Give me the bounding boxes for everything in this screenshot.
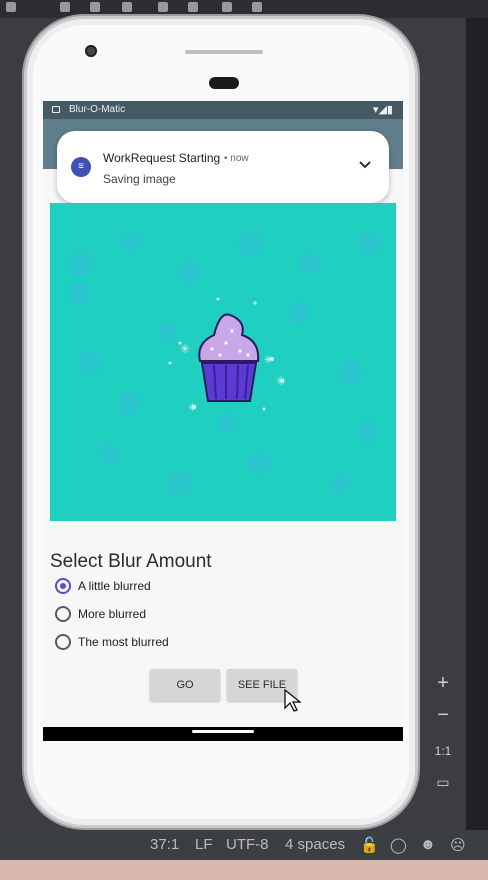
lock-icon[interactable]: 🔓 bbox=[360, 836, 379, 854]
file-encoding[interactable]: UTF-8 bbox=[226, 836, 269, 853]
chat-icon[interactable]: ◯ bbox=[390, 836, 407, 854]
app-notification-icon bbox=[52, 106, 60, 113]
radio-label: A little blurred bbox=[78, 579, 151, 593]
zoom-out-button[interactable]: − bbox=[428, 704, 458, 727]
toolbar-icon[interactable] bbox=[122, 2, 132, 12]
sad-face-icon[interactable]: ☹ bbox=[450, 836, 466, 854]
go-button[interactable]: GO bbox=[150, 669, 220, 701]
chevron-down-icon[interactable] bbox=[357, 157, 373, 173]
toolbar-icon[interactable] bbox=[158, 2, 168, 12]
earpiece bbox=[209, 77, 239, 89]
one-to-one-button[interactable]: 1:1 bbox=[428, 744, 458, 758]
blur-section-heading: Select Blur Amount bbox=[50, 551, 212, 572]
system-status-icons: ▾◢▮ bbox=[372, 104, 393, 116]
radio-option-more-blurred[interactable]: More blurred bbox=[55, 603, 255, 627]
home-gesture-pill[interactable] bbox=[192, 730, 254, 733]
radio-label: More blurred bbox=[78, 607, 147, 621]
notification-text: Saving image bbox=[103, 172, 176, 186]
toolbar-icon[interactable] bbox=[252, 2, 262, 12]
svg-text:✳: ✳ bbox=[264, 355, 272, 366]
radio-option-little-blurred[interactable]: A little blurred bbox=[55, 575, 255, 599]
cursor-position[interactable]: 37:1 bbox=[150, 836, 179, 853]
ide-status-bar: 37:1 LF UTF-8 4 spaces 🔓 ◯ ☻ ☹ bbox=[0, 830, 488, 860]
indent-setting[interactable]: 4 spaces bbox=[285, 836, 345, 853]
zoom-in-button[interactable]: + bbox=[428, 672, 458, 695]
emulator-side-panel bbox=[466, 18, 488, 830]
heads-up-notification[interactable]: ≡ WorkRequest Starting • now Saving imag… bbox=[57, 131, 389, 203]
svg-text:✳: ✳ bbox=[188, 402, 197, 414]
radio-button-checked-icon[interactable] bbox=[55, 578, 71, 594]
mouse-pointer-icon bbox=[284, 689, 302, 712]
os-taskbar bbox=[0, 860, 488, 880]
notification-title: WorkRequest Starting bbox=[103, 151, 221, 165]
toolbar-icon[interactable] bbox=[6, 2, 16, 12]
toolbar-icon[interactable] bbox=[222, 2, 232, 12]
notification-time: • now bbox=[224, 153, 249, 164]
radio-button-unchecked-icon[interactable] bbox=[55, 606, 71, 622]
phone-frame: Blur-O-Matic ▾◢▮ ≡ WorkRequest Starting … bbox=[24, 16, 418, 828]
line-ending[interactable]: LF bbox=[195, 836, 213, 853]
navigation-bar bbox=[43, 727, 403, 741]
toolbar-icon[interactable] bbox=[60, 2, 70, 12]
svg-text:✳: ✳ bbox=[180, 342, 190, 356]
status-app-name: Blur-O-Matic bbox=[69, 104, 126, 115]
cupcake-image: ✳ ✳ ✳ ✳ bbox=[50, 203, 396, 521]
workmanager-notification-icon: ≡ bbox=[71, 157, 91, 177]
status-bar: Blur-O-Matic ▾◢▮ bbox=[43, 101, 403, 119]
radio-label: The most blurred bbox=[78, 635, 169, 649]
screenshot-icon[interactable]: ▭ bbox=[428, 774, 458, 791]
radio-button-unchecked-icon[interactable] bbox=[55, 634, 71, 650]
toolbar-icon[interactable] bbox=[188, 2, 198, 12]
speaker-grille bbox=[185, 50, 263, 54]
cupcake-illustration: ✳ ✳ ✳ ✳ bbox=[68, 231, 381, 495]
happy-face-icon[interactable]: ☻ bbox=[420, 836, 436, 853]
radio-option-most-blurred[interactable]: The most blurred bbox=[55, 631, 255, 655]
toolbar-icon[interactable] bbox=[90, 2, 100, 12]
svg-text:✳: ✳ bbox=[276, 374, 286, 388]
front-camera bbox=[85, 45, 97, 57]
device-screen: Blur-O-Matic ▾◢▮ ≡ WorkRequest Starting … bbox=[43, 101, 403, 741]
